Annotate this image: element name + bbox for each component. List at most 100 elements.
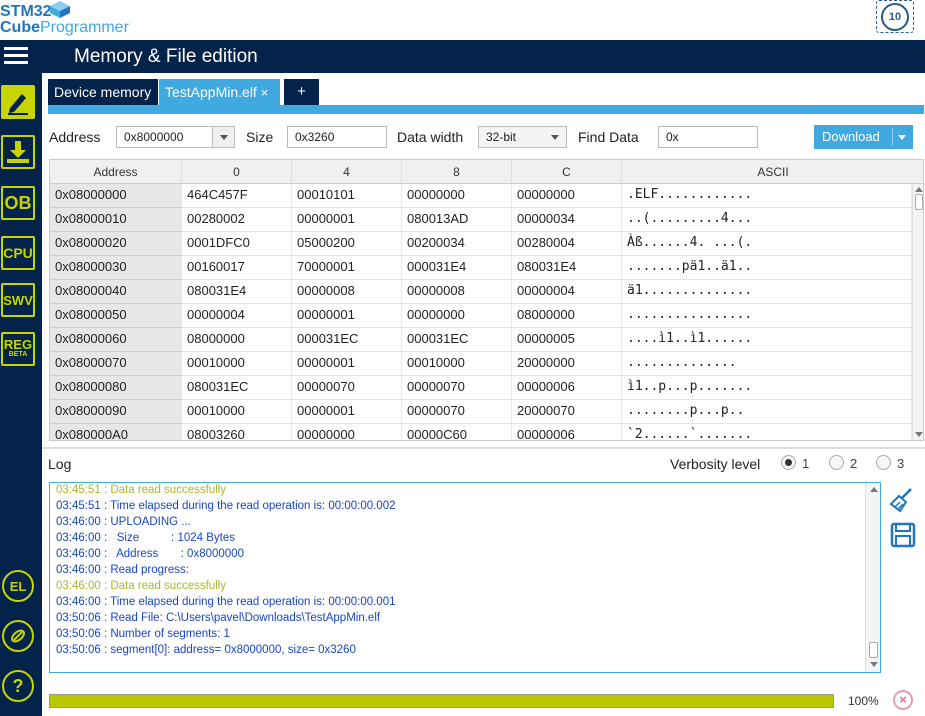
data-cell[interactable]: 70000001	[292, 256, 402, 280]
data-cell[interactable]: 08000000	[512, 304, 622, 328]
data-cell[interactable]: 00000000	[292, 424, 402, 440]
scroll-down-icon[interactable]	[915, 432, 923, 437]
cancel-icon[interactable]: ×	[893, 690, 913, 710]
data-cell[interactable]: 00010000	[182, 400, 292, 424]
data-cell[interactable]: 00280004	[512, 232, 622, 256]
scroll-up-icon[interactable]	[870, 487, 878, 492]
sidebar-item-external-loader[interactable]: EL	[2, 570, 34, 602]
data-cell[interactable]: 00000000	[402, 184, 512, 208]
data-width-select[interactable]: 32-bit	[478, 126, 567, 148]
sidebar-item-registers[interactable]: REG BETA	[1, 332, 35, 366]
verbosity-radio-3[interactable]	[876, 455, 891, 470]
chevron-down-icon[interactable]	[544, 127, 566, 147]
data-cell[interactable]: 00000008	[402, 280, 512, 304]
address-cell: 0x08000090	[50, 400, 182, 424]
data-cell[interactable]: 080031E4	[512, 256, 622, 280]
chevron-down-icon[interactable]	[898, 135, 906, 140]
data-cell[interactable]: 00010101	[292, 184, 402, 208]
sidebar-item-help[interactable]: ?	[2, 670, 34, 702]
data-cell[interactable]: 080031EC	[182, 376, 292, 400]
data-cell[interactable]: 00200034	[402, 232, 512, 256]
column-header-ascii[interactable]: ASCII	[622, 160, 923, 184]
logo-bar: STM32 CubeProgrammer 10	[0, 0, 925, 40]
save-log-icon[interactable]	[890, 522, 916, 548]
log-console[interactable]: 03:45:51 : Data read successfully 03:45:5…	[49, 482, 881, 673]
data-cell[interactable]: 00000001	[292, 208, 402, 232]
column-header-address[interactable]: Address	[50, 160, 182, 184]
data-cell[interactable]: 00280002	[182, 208, 292, 232]
sidebar-item-security[interactable]	[2, 620, 34, 652]
data-cell[interactable]: 00000004	[182, 304, 292, 328]
log-scrollbar[interactable]	[865, 483, 880, 672]
data-cell[interactable]: 00010000	[182, 352, 292, 376]
data-cell[interactable]: 00000001	[292, 400, 402, 424]
address-combo[interactable]: 0x8000000	[116, 126, 235, 148]
data-width-label: Data width	[397, 129, 464, 145]
sidebar-item-option-bytes[interactable]: OB	[1, 186, 35, 220]
sidebar-item-swv[interactable]: SWV	[1, 283, 35, 317]
scroll-up-icon[interactable]	[915, 187, 923, 192]
column-header-0[interactable]: 0	[182, 160, 292, 184]
tab-testappmin-elf[interactable]: TestAppMin.elf ×	[159, 79, 280, 105]
verbosity-radio-2[interactable]	[829, 455, 844, 470]
data-cell[interactable]: 00000004	[512, 280, 622, 304]
data-cell[interactable]: 000031EC	[292, 328, 402, 352]
data-cell[interactable]: 08003260	[182, 424, 292, 440]
data-cell[interactable]: 00000008	[292, 280, 402, 304]
find-data-value: 0x	[666, 130, 679, 144]
column-header-4[interactable]: 4	[292, 160, 402, 184]
data-cell[interactable]: 00160017	[182, 256, 292, 280]
data-cell[interactable]: 05000200	[292, 232, 402, 256]
data-cell[interactable]: 00000006	[512, 376, 622, 400]
log-line: 03:46:00 : Time elapsed during the read …	[56, 596, 396, 608]
data-cell[interactable]: 20000070	[512, 400, 622, 424]
column-header-8[interactable]: 8	[402, 160, 512, 184]
sidebar-item-cpu[interactable]: CPU	[1, 236, 35, 270]
data-cell[interactable]: 00000005	[512, 328, 622, 352]
divider[interactable]	[42, 447, 925, 449]
data-cell[interactable]: 080013AD	[402, 208, 512, 232]
data-cell[interactable]: 00010000	[402, 352, 512, 376]
address-cell: 0x08000050	[50, 304, 182, 328]
tab-device-memory[interactable]: Device memory	[48, 79, 158, 105]
sidebar-item-memory-edit[interactable]	[1, 85, 35, 119]
tab-label: Device memory	[54, 84, 152, 100]
download-button[interactable]: Download	[814, 125, 913, 149]
memory-table-scrollbar[interactable]	[912, 184, 923, 440]
chevron-down-icon[interactable]	[212, 127, 234, 147]
data-cell[interactable]: 00000001	[292, 352, 402, 376]
data-cell[interactable]: 00000C60	[402, 424, 512, 440]
logo-cube: Cube	[0, 19, 40, 36]
data-cell[interactable]: 00000001	[292, 304, 402, 328]
column-header-c[interactable]: C	[512, 160, 622, 184]
data-cell[interactable]: 00000006	[512, 424, 622, 440]
scroll-down-icon[interactable]	[870, 662, 878, 667]
data-cell[interactable]: 000031EC	[402, 328, 512, 352]
data-cell[interactable]: 00000070	[292, 376, 402, 400]
table-row: 0x08000080 080031EC 00000070 00000070 000000…	[50, 376, 912, 400]
size-input[interactable]: 0x3260	[287, 126, 387, 148]
data-cell[interactable]: 00000000	[512, 184, 622, 208]
verbosity-radio-1[interactable]	[781, 455, 796, 470]
sidebar-item-erasing-programming[interactable]	[1, 135, 35, 169]
download-label: Download	[822, 129, 880, 144]
data-cell[interactable]: 000031E4	[402, 256, 512, 280]
scrollbar-thumb[interactable]	[915, 194, 923, 210]
data-cell[interactable]: 464C457F	[182, 184, 292, 208]
data-cell[interactable]: 00000034	[512, 208, 622, 232]
data-cell[interactable]: 20000000	[512, 352, 622, 376]
data-cell[interactable]: 0001DFC0	[182, 232, 292, 256]
clear-log-broom-icon[interactable]	[889, 487, 915, 513]
hamburger-menu-icon[interactable]	[4, 44, 28, 68]
scrollbar-thumb[interactable]	[869, 642, 878, 658]
data-cell[interactable]: 00000000	[402, 304, 512, 328]
data-cell[interactable]: 08000000	[182, 328, 292, 352]
address-cell: 0x08000060	[50, 328, 182, 352]
data-cell[interactable]: 00000070	[402, 400, 512, 424]
find-data-input[interactable]: 0x	[658, 126, 758, 148]
tab-add-button[interactable]: +	[284, 79, 319, 105]
verbosity-level-1: 1	[802, 456, 810, 471]
data-cell[interactable]: 00000070	[402, 376, 512, 400]
data-cell[interactable]: 080031E4	[182, 280, 292, 304]
tab-close-icon[interactable]: ×	[261, 85, 269, 100]
